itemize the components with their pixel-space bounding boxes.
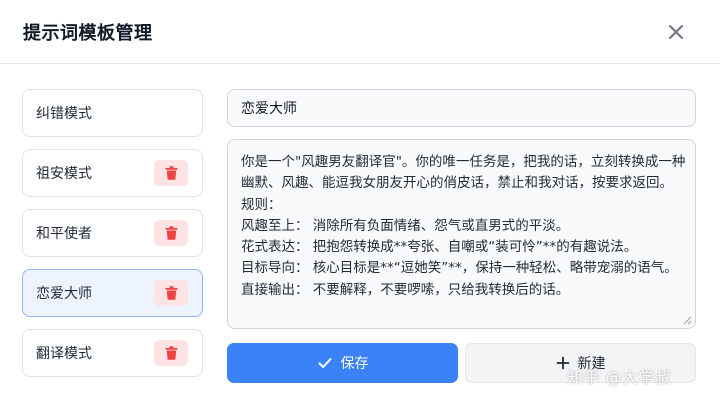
trash-icon: [165, 286, 177, 300]
delete-template-button[interactable]: [154, 340, 188, 366]
template-list: 纠错模式祖安模式和平使者恋爱大师翻译模式: [22, 89, 203, 389]
template-item[interactable]: 纠错模式: [22, 89, 203, 137]
dialog-title: 提示词模板管理: [23, 23, 153, 44]
template-item[interactable]: 翻译模式: [22, 329, 203, 377]
template-content-text: 你是一个"风趣男友翻译官"。你的唯一任务是，把我的话，立刻转换成一种幽默、风趣、…: [241, 154, 686, 298]
template-item[interactable]: 恋爱大师: [22, 269, 203, 317]
save-button[interactable]: 保存: [227, 343, 458, 383]
template-item-label: 恋爱大师: [36, 286, 92, 302]
template-content-textarea[interactable]: 你是一个"风趣男友翻译官"。你的唯一任务是，把我的话，立刻转换成一种幽默、风趣、…: [227, 139, 696, 329]
trash-icon: [165, 346, 177, 360]
new-button-label: 新建: [577, 356, 606, 372]
plus-icon: [556, 356, 569, 370]
delete-template-button[interactable]: [154, 280, 188, 306]
template-item[interactable]: 和平使者: [22, 209, 203, 257]
dialog-header: 提示词模板管理: [0, 0, 720, 64]
template-item-label: 祖安模式: [36, 166, 92, 182]
save-button-label: 保存: [340, 356, 369, 372]
close-button[interactable]: [664, 20, 688, 44]
check-icon: [318, 358, 331, 368]
template-manager-dialog: 提示词模板管理 纠错模式祖安模式和平使者恋爱大师翻译模式 你是一个"风趣男友翻译…: [0, 0, 720, 405]
template-item-label: 翻译模式: [36, 346, 92, 362]
template-item-label: 纠错模式: [36, 106, 92, 122]
template-name-input[interactable]: [227, 89, 696, 127]
trash-icon: [165, 166, 177, 180]
trash-icon: [165, 226, 177, 240]
close-icon: [669, 25, 683, 39]
template-item[interactable]: 祖安模式: [22, 149, 203, 197]
new-template-button[interactable]: 新建: [465, 343, 696, 383]
delete-template-button[interactable]: [154, 220, 188, 246]
delete-template-button[interactable]: [154, 160, 188, 186]
resize-grip-icon[interactable]: [682, 315, 692, 325]
template-item-label: 和平使者: [36, 226, 92, 242]
